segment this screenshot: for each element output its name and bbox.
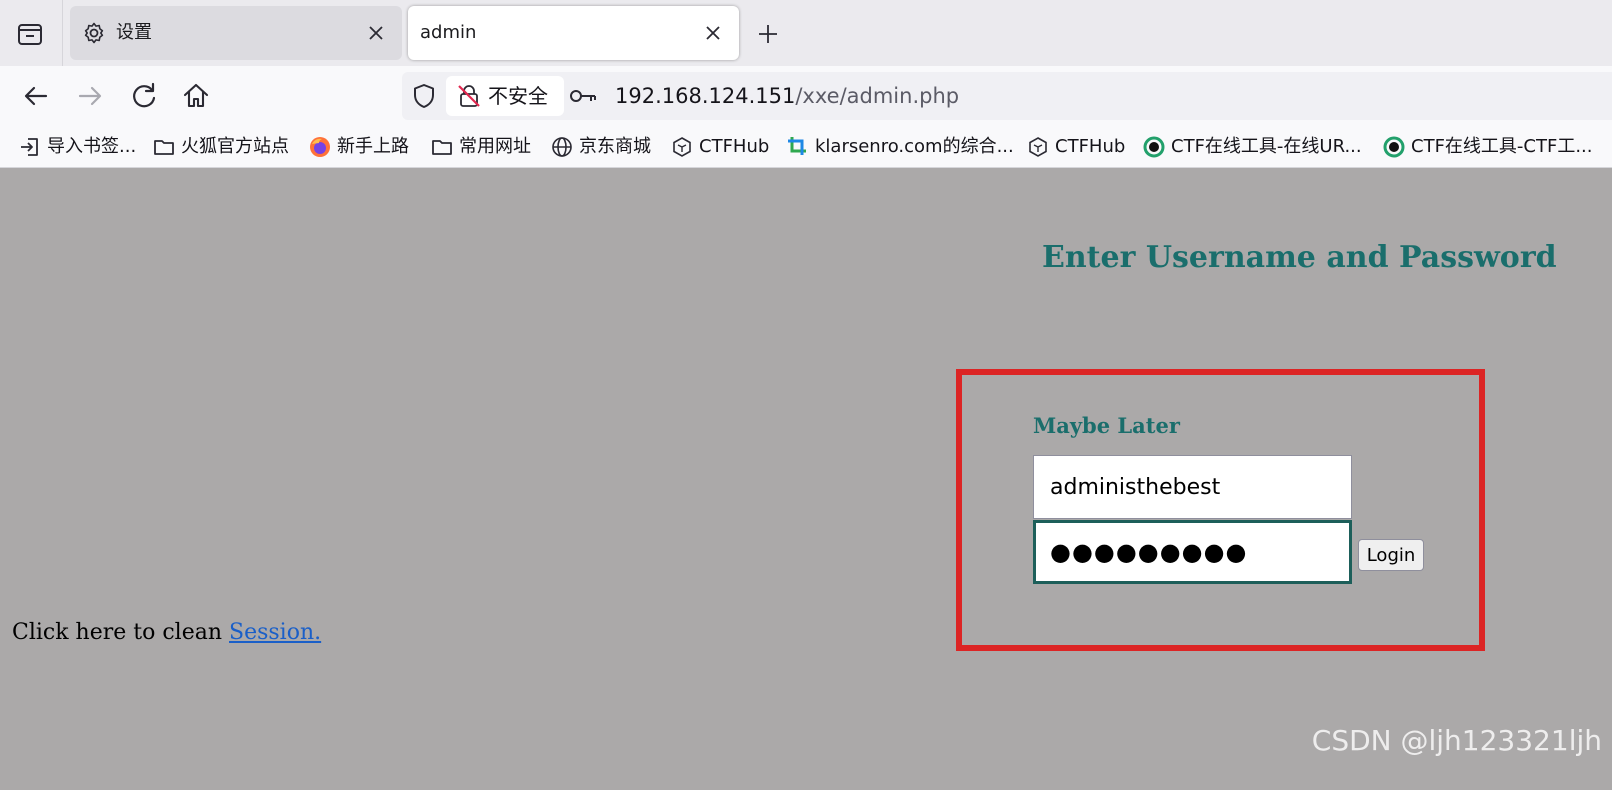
ctfhub-icon <box>670 135 694 159</box>
ctf-tool-icon <box>1382 135 1406 159</box>
folder-icon <box>430 135 454 159</box>
bookmark-label: CTFHub <box>1055 136 1126 157</box>
globe-icon <box>550 135 574 159</box>
insecure-lock-icon <box>456 83 482 109</box>
tab-admin[interactable]: admin <box>408 6 739 60</box>
url-text[interactable]: 192.168.124.151/xxe/admin.php <box>615 82 959 110</box>
page-heading: Enter Username and Password <box>1042 240 1557 275</box>
bookmark-label: 新手上路 <box>337 136 409 157</box>
gear-icon <box>82 21 106 45</box>
bookmark-label: 火狐官方站点 <box>181 136 289 157</box>
bookmark-label: 导入书签... <box>47 136 137 157</box>
username-input[interactable] <box>1033 455 1352 519</box>
watermark: CSDN @ljh123321ljh <box>1311 724 1602 757</box>
url-path: /xxe/admin.php <box>795 84 960 108</box>
bookmark-label: 京东商城 <box>579 136 651 157</box>
reload-icon[interactable] <box>128 80 160 112</box>
tab-label: admin <box>420 22 477 43</box>
tab-bar-divider <box>62 0 63 66</box>
bookmark-label: 常用网址 <box>459 136 531 157</box>
tab-settings[interactable]: 设置 <box>70 6 402 60</box>
folder-icon <box>152 135 176 159</box>
firefox-icon <box>308 135 332 159</box>
clean-session-text: Click here to clean Session. <box>12 620 321 645</box>
not-secure-label: 不安全 <box>488 84 548 108</box>
crop-icon <box>786 135 810 159</box>
bookmark-label: klarsenro.com的综合... <box>815 136 1014 157</box>
login-button[interactable]: Login <box>1358 539 1424 571</box>
bookmark-label: CTFHub <box>699 136 770 157</box>
bookmark-label: CTF在线工具-CTF工... <box>1411 136 1593 157</box>
ctfhub-icon <box>1026 135 1050 159</box>
close-icon[interactable] <box>701 21 725 45</box>
key-icon[interactable] <box>568 83 598 109</box>
url-host: 192.168.124.151 <box>615 84 796 108</box>
tab-label: 设置 <box>116 22 152 43</box>
back-arrow-icon[interactable] <box>20 80 52 112</box>
page-content: Enter Username and Password Maybe Later … <box>0 168 1612 790</box>
session-link[interactable]: Session. <box>229 620 321 645</box>
bookmarks-toolbar: 导入书签... 火狐官方站点 新手上路 常用网址 京东商城 CTFHub kla… <box>0 126 1612 168</box>
home-icon[interactable] <box>180 80 212 112</box>
navigation-toolbar: 不安全 192.168.124.151/xxe/admin.php <box>0 66 1612 126</box>
forward-arrow-icon[interactable] <box>74 80 106 112</box>
close-icon[interactable] <box>364 21 388 45</box>
ctf-tool-icon <box>1142 135 1166 159</box>
clean-session-prefix: Click here to clean <box>12 620 230 645</box>
import-icon <box>18 135 42 159</box>
address-bar[interactable]: 不安全 192.168.124.151/xxe/admin.php <box>402 72 1612 120</box>
password-input[interactable] <box>1033 520 1352 584</box>
maybe-later-label: Maybe Later <box>1033 413 1180 438</box>
tab-bar: 设置 admin <box>0 0 1612 66</box>
bookmark-label: CTF在线工具-在线UR... <box>1171 136 1362 157</box>
new-tab-plus-icon[interactable] <box>754 20 782 48</box>
shield-icon[interactable] <box>410 82 438 110</box>
tab-list-icon[interactable] <box>12 16 48 52</box>
connection-not-secure-indicator[interactable]: 不安全 <box>446 76 564 116</box>
